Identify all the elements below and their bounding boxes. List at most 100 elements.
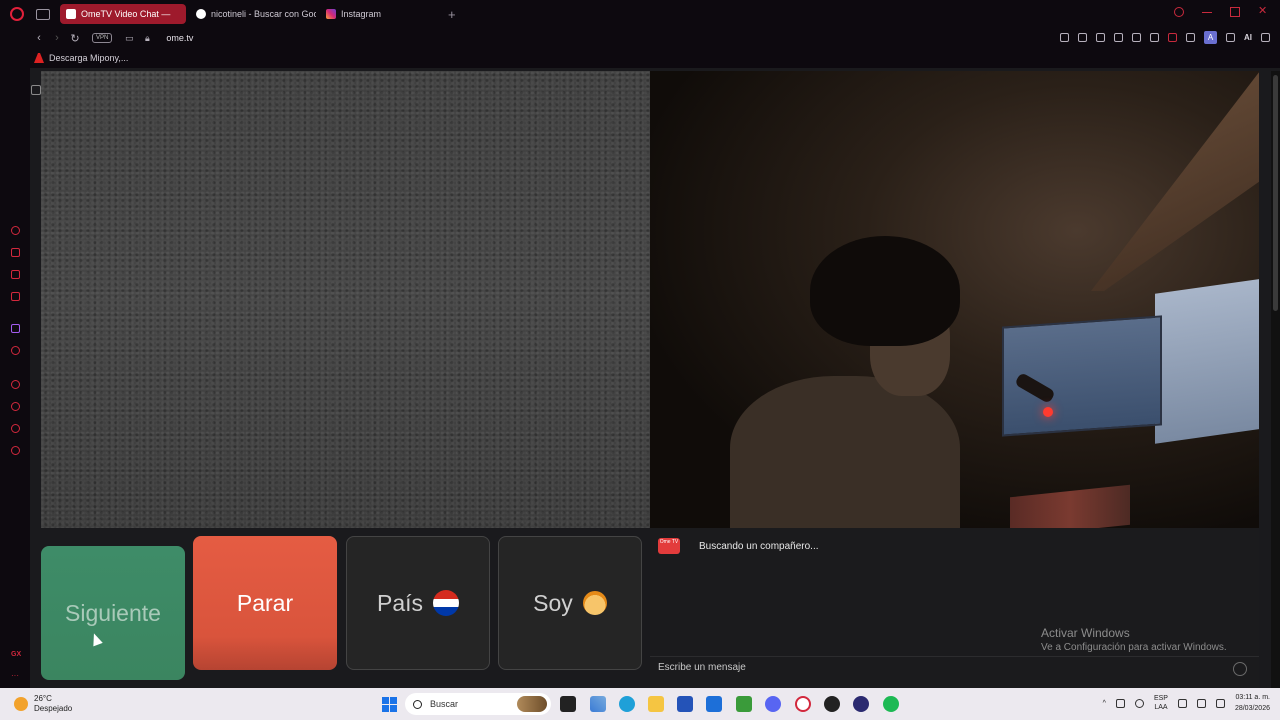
windows-activation-watermark: Activar Windows Ve a Configuración para … bbox=[1041, 626, 1227, 653]
app-circle-icon[interactable] bbox=[853, 696, 869, 712]
activate-title: Activar Windows bbox=[1041, 626, 1130, 640]
window-controls: ✕ bbox=[1174, 6, 1268, 17]
camera-person bbox=[710, 236, 960, 528]
maximize-icon[interactable] bbox=[1230, 7, 1240, 17]
back-icon[interactable]: ‹ bbox=[30, 32, 48, 44]
music-sidebar-icon[interactable] bbox=[11, 346, 20, 355]
gx-corner-label[interactable]: GX bbox=[11, 651, 21, 658]
next-button[interactable]: Siguiente bbox=[41, 546, 185, 680]
twitch-icon[interactable] bbox=[11, 324, 20, 333]
messenger-sidebar-icon[interactable] bbox=[11, 292, 20, 301]
ai-sidebar-icon[interactable] bbox=[11, 226, 20, 235]
page-scrollbar[interactable] bbox=[1271, 71, 1280, 688]
tab-label: nicotineli - Buscar con Goo bbox=[211, 9, 316, 19]
opera-gx-taskbar-icon[interactable] bbox=[795, 696, 811, 712]
word-icon[interactable] bbox=[677, 696, 693, 712]
language-indicator[interactable]: ESP LAA bbox=[1154, 694, 1168, 712]
pin-icon[interactable] bbox=[1060, 33, 1069, 42]
next-button-label: Siguiente bbox=[65, 599, 161, 626]
display-icon[interactable] bbox=[1177, 698, 1187, 708]
gender-button[interactable]: Soy bbox=[498, 536, 642, 670]
volume-icon[interactable] bbox=[1196, 698, 1206, 708]
player-icon[interactable] bbox=[11, 380, 20, 389]
tab-overview-icon[interactable] bbox=[36, 8, 50, 20]
camera-icon[interactable]: ▭ bbox=[120, 33, 138, 44]
taskbar-search[interactable]: Buscar bbox=[405, 693, 551, 715]
windows-start-icon[interactable] bbox=[382, 697, 397, 712]
camera-red-light bbox=[1043, 407, 1053, 417]
lock-icon[interactable]: 🔒︎ bbox=[138, 33, 156, 44]
more-icon[interactable]: ··· bbox=[11, 671, 19, 680]
instagram-sidebar-icon[interactable] bbox=[11, 270, 20, 279]
stop-button-label: Parar bbox=[236, 589, 294, 616]
history-icon[interactable] bbox=[11, 402, 20, 411]
heart-icon[interactable] bbox=[1150, 33, 1159, 42]
extension-red-icon[interactable] bbox=[1168, 33, 1177, 42]
message-input[interactable] bbox=[658, 662, 1218, 673]
snapshot-icon[interactable] bbox=[1078, 33, 1087, 42]
camera-ceiling bbox=[1091, 71, 1259, 291]
emoji-icon[interactable] bbox=[1233, 662, 1247, 676]
chat-status-text: Buscando un compañero... bbox=[699, 541, 819, 552]
ai-button[interactable]: AI bbox=[1244, 33, 1252, 42]
app-icon[interactable] bbox=[824, 696, 840, 712]
spotify-icon[interactable] bbox=[883, 696, 899, 712]
file-explorer-icon[interactable] bbox=[648, 696, 664, 712]
windows-taskbar: 26°C Despejado Buscar ^ ESP LAA 03:11 a.… bbox=[0, 688, 1280, 720]
outlook-icon[interactable] bbox=[706, 696, 722, 712]
close-icon[interactable]: ✕ bbox=[1258, 6, 1268, 17]
tab-label: Instagram bbox=[341, 9, 382, 19]
clock-date: 28/03/2026 bbox=[1234, 705, 1270, 712]
shield-icon[interactable] bbox=[1096, 33, 1105, 42]
network-icon[interactable] bbox=[1115, 698, 1125, 708]
tab-ometv[interactable]: OmeTV Video Chat — bbox=[60, 4, 186, 24]
gender-button-label: Soy bbox=[533, 589, 573, 616]
shopping-icon[interactable] bbox=[11, 248, 20, 257]
edge-icon[interactable] bbox=[619, 696, 635, 712]
scrollbar-thumb[interactable] bbox=[1273, 75, 1278, 311]
minimize-icon[interactable] bbox=[1202, 12, 1212, 13]
account-avatar[interactable]: A bbox=[1204, 31, 1217, 44]
google-favicon-icon bbox=[196, 9, 206, 19]
menu-icon[interactable] bbox=[1261, 33, 1270, 42]
opera-logo-icon[interactable] bbox=[10, 7, 24, 21]
tab-google-search[interactable]: nicotineli - Buscar con Goo bbox=[190, 4, 316, 24]
bookmark-item[interactable]: Descarga Mipony,... bbox=[49, 53, 128, 63]
download-icon[interactable] bbox=[1226, 33, 1235, 42]
play-icon[interactable] bbox=[1132, 33, 1141, 42]
bookmark-favicon-icon bbox=[34, 53, 44, 63]
country-button[interactable]: País bbox=[346, 536, 490, 670]
bookmarks-bar: Descarga Mipony,... bbox=[0, 48, 1280, 68]
new-tab-button[interactable]: + bbox=[448, 7, 456, 22]
microphone-icon[interactable] bbox=[1134, 698, 1144, 708]
url-field[interactable]: ome.tv bbox=[166, 33, 193, 43]
extensions-icon[interactable] bbox=[1186, 33, 1195, 42]
chevron-up-icon[interactable]: ^ bbox=[1103, 700, 1106, 707]
search-tabs-icon[interactable] bbox=[1174, 7, 1184, 17]
tab-instagram[interactable]: Instagram bbox=[320, 4, 440, 24]
chat-panel: Ome TV Buscando un compañero... Activar … bbox=[650, 528, 1259, 688]
boy-face-icon bbox=[582, 591, 607, 615]
activate-subtitle: Ve a Configuración para activar Windows. bbox=[1041, 642, 1227, 653]
system-tray: ^ ESP LAA 03:11 a. m. 28/03/2026 bbox=[1103, 692, 1270, 714]
country-button-label: País bbox=[376, 589, 424, 616]
reload-icon[interactable]: ↻ bbox=[66, 32, 84, 45]
extensions-sidebar-icon[interactable] bbox=[11, 424, 20, 433]
settings-icon[interactable] bbox=[11, 446, 20, 455]
weather-widget[interactable]: 26°C Despejado bbox=[14, 694, 72, 714]
task-view-icon[interactable] bbox=[560, 696, 576, 712]
taskbar-search-placeholder: Buscar bbox=[430, 699, 459, 709]
stop-button[interactable]: Parar bbox=[193, 536, 337, 670]
expand-icon[interactable] bbox=[31, 85, 41, 95]
minecraft-icon[interactable] bbox=[736, 696, 752, 712]
clock[interactable]: 03:11 a. m. 28/03/2026 bbox=[1235, 692, 1270, 714]
vpn-badge[interactable]: VPN bbox=[92, 33, 113, 43]
camera-keyboard bbox=[1010, 484, 1130, 528]
weather-condition: Despejado bbox=[34, 704, 73, 713]
discord-icon[interactable] bbox=[765, 696, 781, 712]
clock-time: 03:11 a. m. bbox=[1235, 694, 1270, 701]
translate-icon[interactable] bbox=[1114, 33, 1123, 42]
store-icon[interactable] bbox=[590, 696, 606, 712]
forward-icon[interactable]: › bbox=[48, 32, 66, 44]
battery-icon[interactable] bbox=[1215, 698, 1225, 708]
